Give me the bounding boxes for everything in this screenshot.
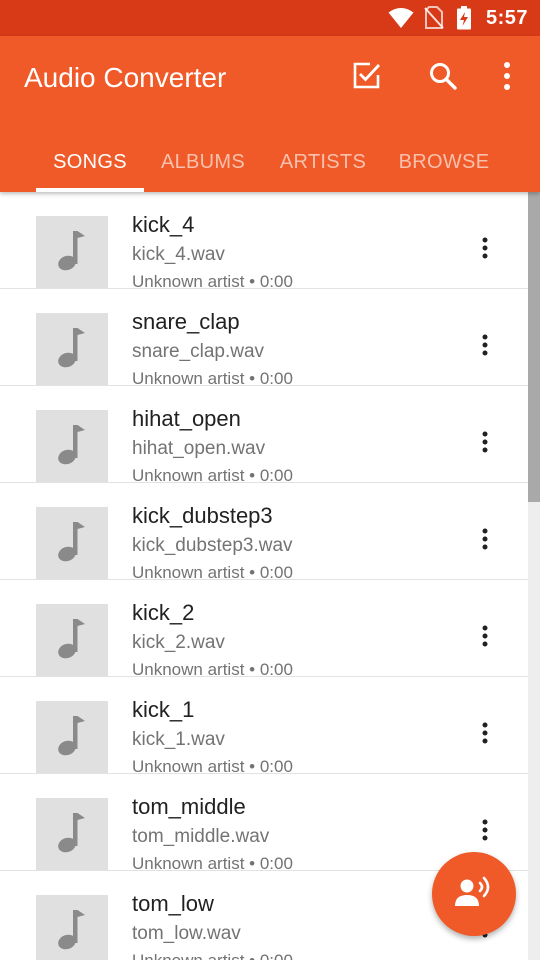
select-all-checkbox-icon: [352, 61, 382, 96]
song-row[interactable]: kick_dubstep3 kick_dubstep3.wav Unknown …: [0, 483, 528, 582]
song-title: kick_dubstep3: [132, 503, 273, 528]
song-options-button[interactable]: [470, 620, 500, 656]
song-thumbnail: [36, 701, 108, 773]
song-title: kick_2: [132, 600, 195, 625]
song-options-button[interactable]: [470, 329, 500, 365]
song-thumbnail: [36, 410, 108, 482]
song-title: kick_1: [132, 697, 195, 722]
song-filename: kick_dubstep3.wav: [132, 535, 293, 556]
song-row[interactable]: hihat_open hihat_open.wav Unknown artist…: [0, 386, 528, 485]
song-title: hihat_open: [132, 406, 241, 431]
tab-indicator: [36, 188, 144, 192]
song-list[interactable]: kick_4 kick_4.wav Unknown artist • 0:00 …: [0, 192, 528, 960]
tab-artists[interactable]: ARTISTS: [268, 132, 378, 192]
app-bar: Audio Converter SONGS ALBUMS ARTISTS BRO…: [0, 36, 540, 192]
song-filename: kick_1.wav: [132, 729, 225, 750]
music-note-icon: [57, 422, 87, 471]
tab-browse[interactable]: BROWSE: [390, 132, 498, 192]
scrollbar-thumb[interactable]: [528, 192, 540, 502]
wifi-icon: [388, 7, 414, 29]
tab-bar: SONGS ALBUMS ARTISTS BROWSE: [0, 132, 540, 192]
more-vert-icon: [482, 819, 488, 846]
music-note-icon: [57, 616, 87, 665]
music-note-icon: [57, 325, 87, 374]
song-row[interactable]: snare_clap snare_clap.wav Unknown artist…: [0, 289, 528, 388]
overflow-menu-button[interactable]: [489, 60, 525, 96]
song-thumbnail: [36, 798, 108, 870]
song-filename: tom_low.wav: [132, 923, 241, 944]
more-vert-icon: [502, 61, 512, 96]
song-options-button[interactable]: [470, 426, 500, 462]
song-options-button[interactable]: [470, 523, 500, 559]
more-vert-icon: [482, 722, 488, 749]
music-note-icon: [57, 907, 87, 956]
song-filename: hihat_open.wav: [132, 438, 266, 459]
song-title: snare_clap: [132, 309, 240, 334]
more-vert-icon: [482, 625, 488, 652]
status-icons: 5:57: [388, 0, 528, 36]
search-button[interactable]: [425, 60, 461, 96]
song-row[interactable]: kick_2 kick_2.wav Unknown artist • 0:00: [0, 580, 528, 679]
song-meta: Unknown artist • 0:00: [132, 951, 293, 960]
select-all-button[interactable]: [349, 60, 385, 96]
more-vert-icon: [482, 334, 488, 361]
voice-record-icon: [454, 875, 494, 914]
search-icon: [428, 61, 458, 96]
scrollbar-track[interactable]: [528, 192, 540, 960]
music-note-icon: [57, 519, 87, 568]
app-title: Audio Converter: [24, 62, 227, 93]
song-options-button[interactable]: [470, 232, 500, 268]
more-vert-icon: [482, 431, 488, 458]
song-thumbnail: [36, 604, 108, 676]
status-time: 5:57: [485, 6, 528, 29]
status-bar: 5:57: [0, 0, 540, 36]
record-fab-button[interactable]: [432, 852, 516, 936]
song-filename: snare_clap.wav: [132, 341, 265, 362]
more-vert-icon: [482, 528, 488, 555]
song-title: kick_4: [132, 212, 195, 237]
battery-charging-icon: [456, 6, 472, 30]
music-note-icon: [57, 228, 87, 277]
song-thumbnail: [36, 507, 108, 579]
song-thumbnail: [36, 216, 108, 288]
song-row[interactable]: tom_middle tom_middle.wav Unknown artist…: [0, 774, 528, 873]
song-filename: kick_2.wav: [132, 632, 225, 653]
tab-albums[interactable]: ALBUMS: [148, 132, 258, 192]
tab-songs[interactable]: SONGS: [36, 132, 144, 192]
music-note-icon: [57, 810, 87, 859]
music-note-icon: [57, 713, 87, 762]
song-row[interactable]: kick_4 kick_4.wav Unknown artist • 0:00: [0, 192, 528, 291]
no-sim-icon: [424, 6, 444, 30]
song-filename: kick_4.wav: [132, 244, 225, 265]
more-vert-icon: [482, 237, 488, 264]
song-row[interactable]: kick_1 kick_1.wav Unknown artist • 0:00: [0, 677, 528, 776]
song-options-button[interactable]: [470, 717, 500, 753]
song-thumbnail: [36, 313, 108, 385]
song-options-button[interactable]: [470, 814, 500, 850]
song-thumbnail: [36, 895, 108, 960]
song-filename: tom_middle.wav: [132, 826, 270, 847]
song-title: tom_low: [132, 891, 214, 916]
song-title: tom_middle: [132, 794, 246, 819]
